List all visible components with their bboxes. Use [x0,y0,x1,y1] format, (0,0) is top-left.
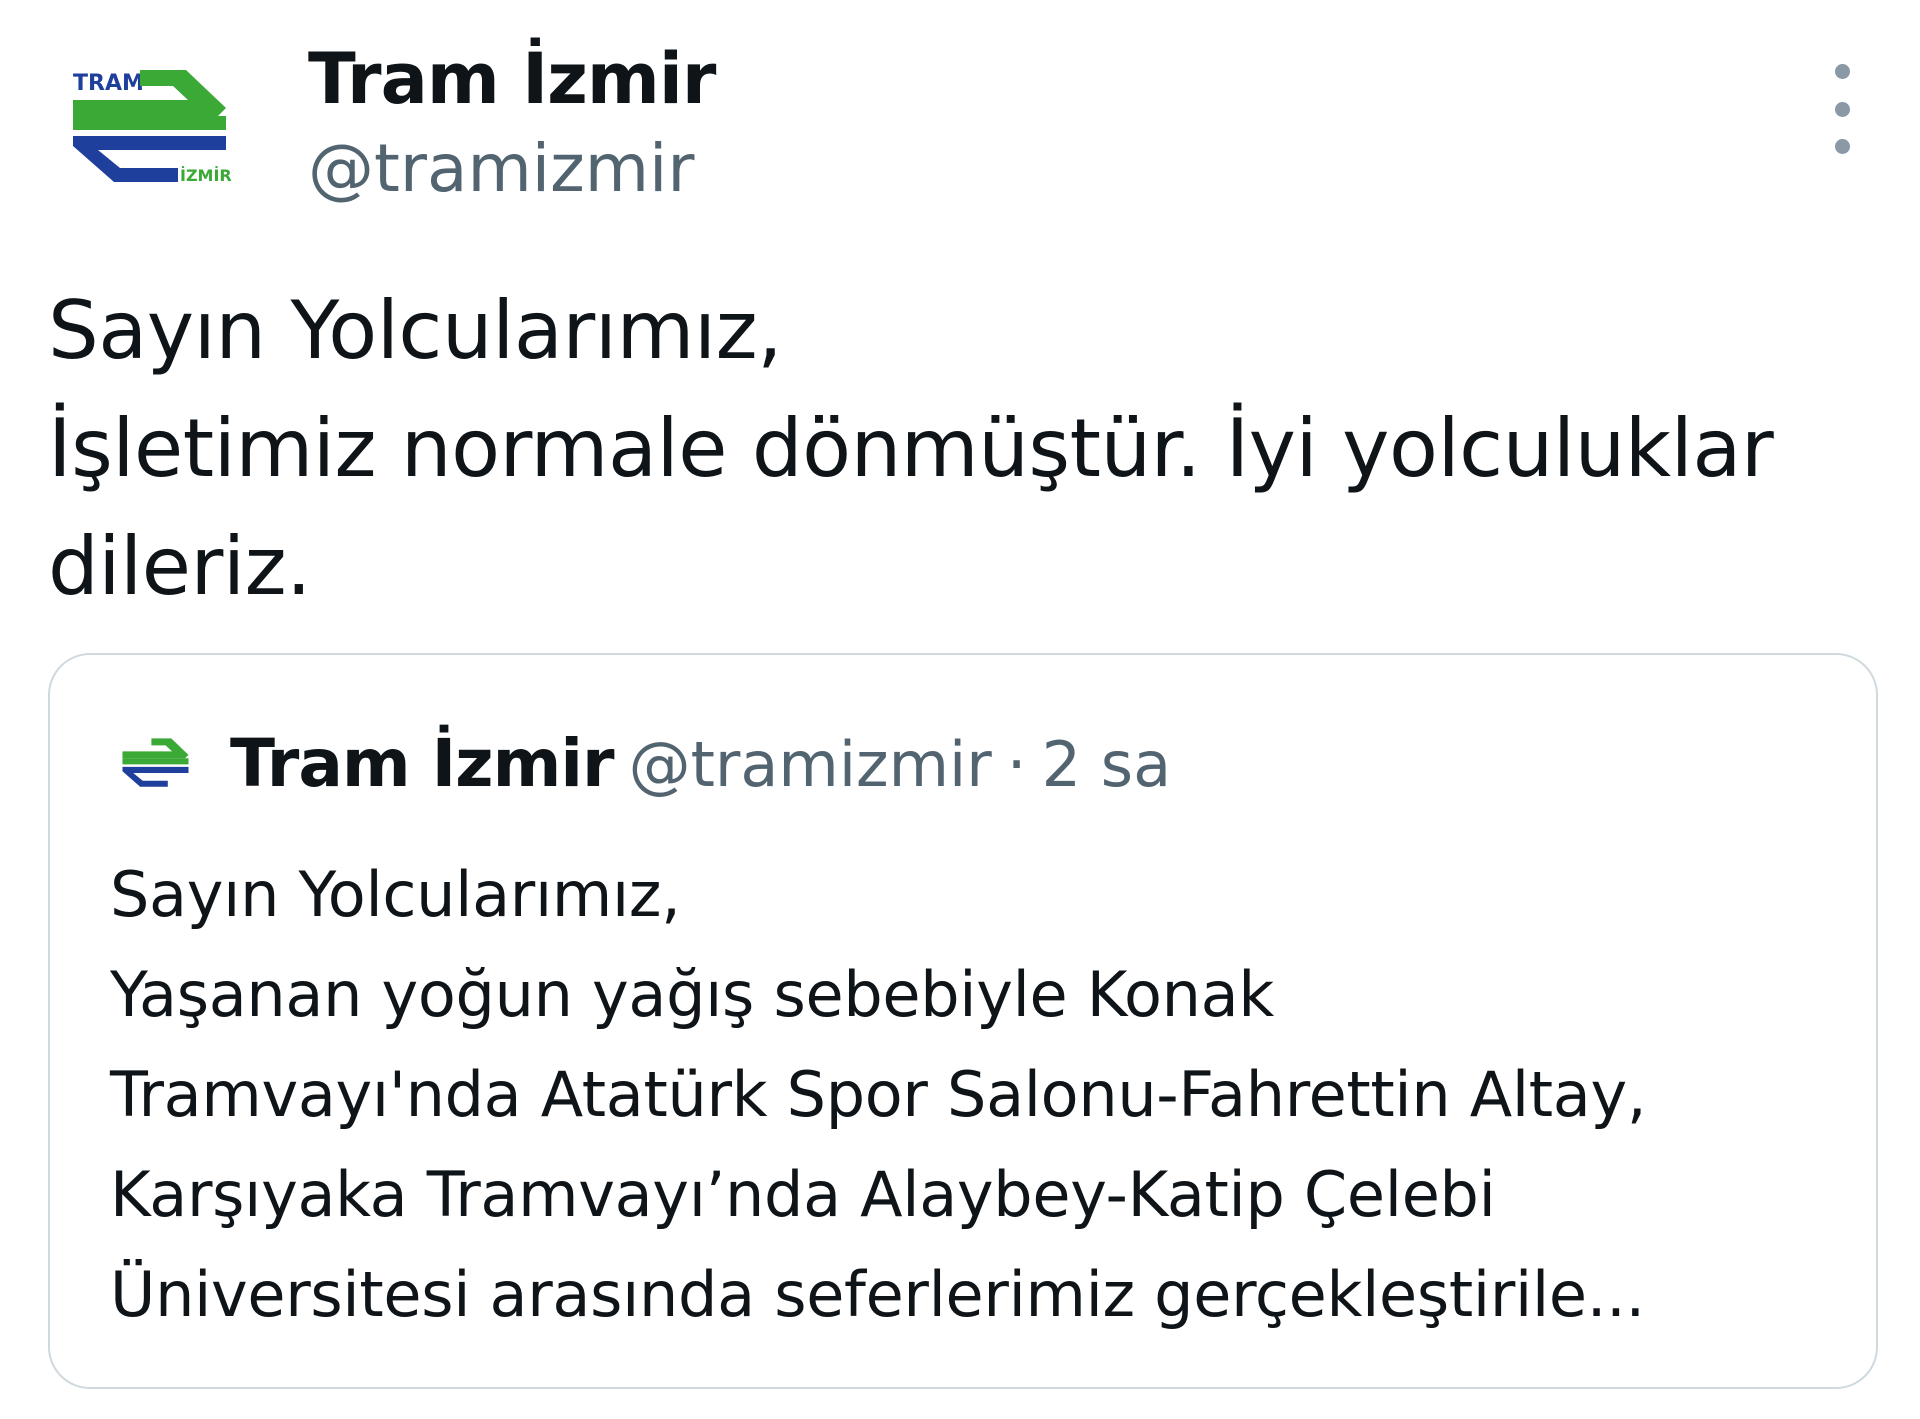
tram-izmir-logo-small-icon[interactable] [116,727,198,793]
quoted-author-name[interactable]: Tram İzmir [230,725,615,802]
more-options-icon[interactable] [1820,64,1864,154]
quoted-text-line: Yaşanan yoğun yağış sebebiyle Konak [110,958,1274,1031]
author-name[interactable]: Tram İzmir [308,34,716,124]
tweet-text-line: dileriz. [48,520,312,613]
more-dot [1834,139,1850,154]
tweet-text-line: İşletimiz normale dönmüştür. İyi yolculu… [48,402,1774,495]
quoted-author-handle[interactable]: @tramizmir [629,728,992,801]
more-dot [1834,101,1850,117]
quoted-tweet-header: Tram İzmir @tramizmir · 2 sa [230,719,1171,826]
tweet[interactable]: TRAM İZMİR Tram İzmir @tramizmir Sayın Y… [0,0,1920,1419]
meta-separator: · [1006,728,1027,801]
quoted-text-line: Üniversitesi arasında seferlerimiz gerçe… [110,1258,1645,1331]
more-dot [1834,64,1850,79]
tweet-text: Sayın Yolcularımız, İşletimiz normale dö… [48,272,1898,626]
quoted-tweet-text: Sayın Yolcularımız, Yaşanan yoğun yağış … [110,845,1850,1345]
tweet-text-line: Sayın Yolcularımız, [48,284,783,377]
logo-text-tram: TRAM [73,71,144,96]
quoted-text-line: Sayın Yolcularımız, [110,858,681,931]
logo-text-izmir: İZMİR [180,166,232,185]
quoted-text-line: Karşıyaka Tramvayı’nda Alaybey-Katip Çel… [110,1158,1496,1231]
quoted-timestamp[interactable]: 2 sa [1042,728,1171,801]
quoted-tweet-card[interactable]: Tram İzmir @tramizmir · 2 sa Sayın Yolcu… [48,653,1878,1389]
author-handle[interactable]: @tramizmir [308,126,695,212]
tram-izmir-logo-icon[interactable]: TRAM İZMİR [58,50,248,190]
quoted-text-line: Tramvayı'nda Atatürk Spor Salonu-Fahrett… [110,1058,1647,1131]
